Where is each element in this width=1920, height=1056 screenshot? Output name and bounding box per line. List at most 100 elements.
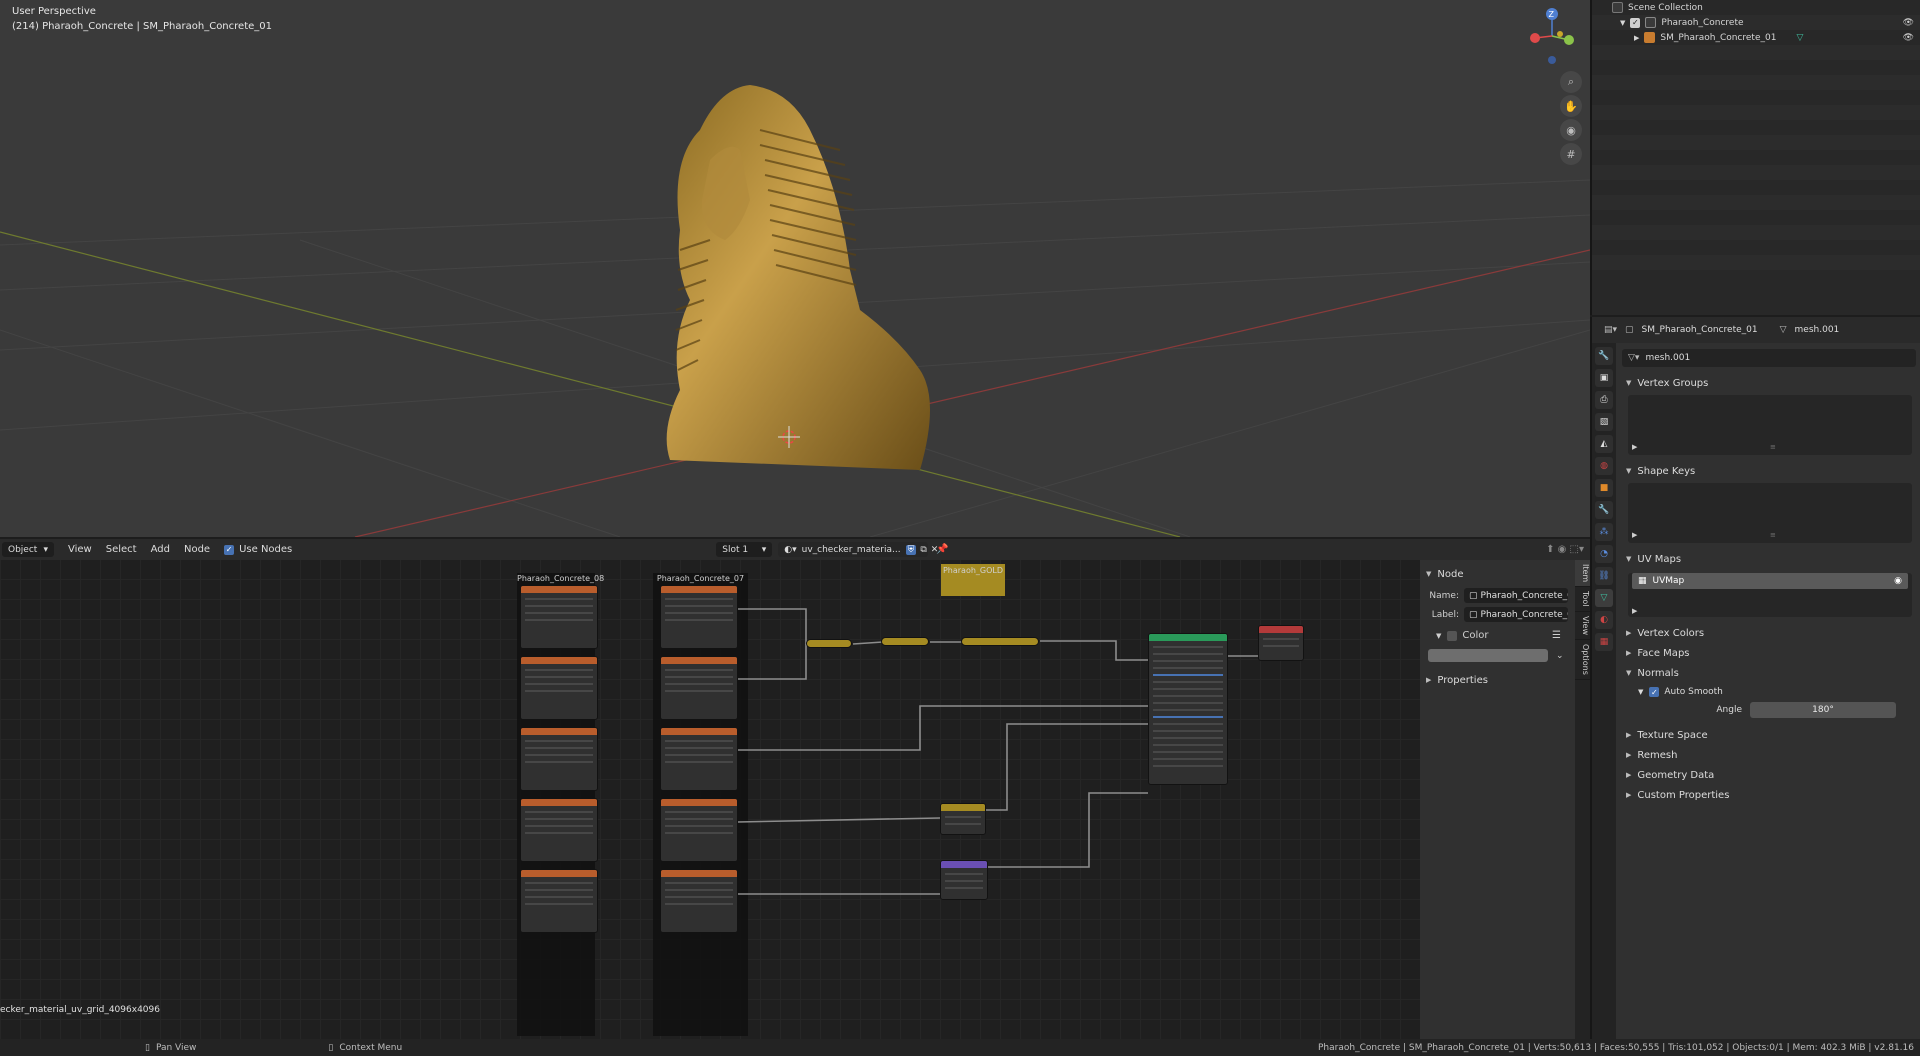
node-label-field[interactable]: ▢Pharaoh_Concrete_08 — [1464, 607, 1568, 622]
render-tab-icon[interactable]: ▣ — [1595, 369, 1613, 387]
panel-uv-maps[interactable]: ▼ UV Maps — [1620, 549, 1920, 569]
material-output-node[interactable] — [1258, 625, 1304, 661]
resize-handle-icon[interactable]: ≡ — [1770, 531, 1776, 539]
panel-geometry-data[interactable]: ▶ Geometry Data — [1620, 765, 1920, 785]
expand-arrow-icon[interactable]: ▶ — [1632, 607, 1637, 615]
expand-arrow-icon[interactable]: ▶ — [1632, 531, 1637, 539]
image-texture-node[interactable] — [660, 656, 738, 720]
material-tab-icon[interactable]: ◐ — [1595, 611, 1613, 629]
shape-keys-list[interactable]: ▶ ≡ — [1628, 483, 1912, 543]
rgb-curves-node[interactable] — [961, 637, 1039, 646]
object-tab-icon[interactable]: ■ — [1595, 479, 1613, 497]
node-color-swatch[interactable] — [1428, 649, 1548, 662]
properties-editor[interactable]: ▤▾ ▢ SM_Pharaoh_Concrete_01 ▽ mesh.001 🔧… — [1590, 317, 1920, 1039]
pharaoh-bust-model[interactable] — [640, 70, 940, 480]
mesh-datablock-field[interactable]: ▽▾ mesh.001 — [1622, 349, 1916, 367]
physics-tab-icon[interactable]: ◔ — [1595, 545, 1613, 563]
use-color-checkbox[interactable] — [1447, 630, 1458, 641]
bright-contrast-node[interactable] — [940, 803, 986, 835]
expand-arrow-icon[interactable]: ▶ — [1632, 443, 1637, 451]
node-canvas[interactable]: Pharaoh_Concrete_08 Pharaoh_Concrete_07 … — [0, 560, 1420, 1039]
checkbox-icon[interactable]: ✓ — [1630, 17, 1641, 28]
modifier-tab-icon[interactable]: 🔧 — [1595, 501, 1613, 519]
zoom-icon[interactable]: ⌕ — [1560, 71, 1582, 93]
image-texture-node[interactable] — [660, 585, 738, 649]
constraints-tab-icon[interactable]: ⛓ — [1595, 567, 1613, 585]
fake-user-shield-icon[interactable]: ⛨ — [905, 544, 917, 555]
camera-icon[interactable]: ◉ — [1894, 576, 1902, 586]
hand-pan-icon[interactable]: ✋ — [1560, 95, 1582, 117]
panel-shape-keys[interactable]: ▼ Shape Keys — [1620, 461, 1920, 481]
image-texture-node[interactable] — [520, 727, 598, 791]
panel-normals[interactable]: ▼ Normals — [1620, 663, 1920, 683]
uv-map-item[interactable]: ▦ UVMap ◉ — [1632, 573, 1908, 589]
tab-item[interactable]: Item — [1575, 560, 1590, 588]
image-texture-node[interactable] — [520, 585, 598, 649]
list-icon[interactable]: ☰ — [1552, 630, 1561, 641]
mix-node[interactable] — [806, 639, 852, 648]
panel-remesh[interactable]: ▶ Remesh — [1620, 745, 1920, 765]
angle-field[interactable]: 180° — [1750, 702, 1896, 718]
use-nodes-checkbox[interactable]: ✓ — [224, 544, 235, 555]
camera-icon[interactable]: ◉ — [1560, 119, 1582, 141]
texture-tab-icon[interactable]: ▦ — [1595, 633, 1613, 651]
shader-node-editor[interactable]: Object ▾ View Select Add Node ✓ Use Node… — [0, 539, 1590, 1039]
menu-node[interactable]: Node — [184, 544, 210, 555]
image-texture-node[interactable] — [660, 869, 738, 933]
tab-view[interactable]: View — [1575, 612, 1590, 640]
image-texture-node[interactable] — [520, 798, 598, 862]
pin-icon[interactable]: 📌 — [936, 544, 948, 555]
particles-tab-icon[interactable]: ⁂ — [1595, 523, 1613, 541]
3d-viewport[interactable]: User Perspective (214) Pharaoh_Concrete … — [0, 0, 1590, 537]
auto-smooth-checkbox[interactable]: ✓ — [1649, 687, 1660, 697]
node-name-field[interactable]: ▢Pharaoh_Concrete_0... — [1464, 588, 1568, 603]
node-sidebar[interactable]: ▼ Node Name: ▢Pharaoh_Concrete_0... Labe… — [1420, 560, 1575, 1039]
panel-vertex-groups[interactable]: ▼ Vertex Groups — [1620, 373, 1920, 393]
eye-icon[interactable]: 👁 — [1903, 33, 1914, 43]
outliner-row-object[interactable]: ▶ SM_Pharaoh_Concrete_01 ▽ 👁 — [1592, 30, 1920, 45]
uv-maps-list[interactable]: ▦ UVMap ◉ ▶ — [1628, 573, 1912, 617]
auto-smooth-row[interactable]: ▼ ✓ Auto Smooth — [1620, 683, 1920, 701]
panel-texture-space[interactable]: ▶ Texture Space — [1620, 725, 1920, 745]
color-subpanel-header[interactable]: ▼ Color ☰ — [1420, 630, 1575, 641]
scene-tab-icon[interactable]: ◭ — [1595, 435, 1613, 453]
resize-handle-icon[interactable]: ≡ — [1770, 443, 1776, 451]
outliner-row-scene-collection[interactable]: Scene Collection — [1592, 0, 1920, 15]
world-tab-icon[interactable]: ◍ — [1595, 457, 1613, 475]
view-layer-tab-icon[interactable]: ▧ — [1595, 413, 1613, 431]
mesh-data-tab-icon[interactable]: ▽ — [1595, 589, 1613, 607]
output-tab-icon[interactable]: ⎙ — [1595, 391, 1613, 409]
duplicate-icon[interactable]: ⧉ — [920, 545, 926, 555]
menu-select[interactable]: Select — [106, 544, 137, 555]
editor-type-icon[interactable]: ▤▾ — [1604, 325, 1617, 335]
hue-saturation-node[interactable] — [881, 637, 929, 646]
tab-options[interactable]: Options — [1575, 640, 1590, 680]
image-texture-node[interactable] — [520, 869, 598, 933]
vertex-groups-list[interactable]: ▶ ≡ — [1628, 395, 1912, 455]
normal-map-node[interactable] — [940, 860, 988, 900]
panel-custom-properties[interactable]: ▶ Custom Properties — [1620, 785, 1920, 805]
image-texture-node[interactable] — [520, 656, 598, 720]
node-section-header[interactable]: ▼ Node — [1420, 564, 1575, 584]
chevron-down-icon[interactable]: ⌄ — [1556, 651, 1564, 661]
tool-tab-icon[interactable]: 🔧 — [1595, 347, 1613, 365]
image-texture-node[interactable] — [660, 727, 738, 791]
slot-dropdown[interactable]: Slot 1 ▾ — [716, 542, 773, 557]
menu-add[interactable]: Add — [151, 544, 170, 555]
eye-icon[interactable]: 👁 — [1903, 18, 1914, 28]
menu-view[interactable]: View — [68, 544, 92, 555]
outliner-row-collection[interactable]: ▼ ✓ Pharaoh_Concrete 👁 — [1592, 15, 1920, 30]
properties-section-header[interactable]: ▶ Properties — [1420, 670, 1575, 690]
grid-icon[interactable]: # — [1560, 143, 1582, 165]
tab-tool[interactable]: Tool — [1575, 587, 1590, 612]
parent-node-tree-icon[interactable]: ⬆ ◉ ⬚▾ — [1546, 544, 1584, 555]
panel-face-maps[interactable]: ▶ Face Maps — [1620, 643, 1920, 663]
navigation-gizmo[interactable]: Z — [1525, 6, 1575, 68]
image-texture-node[interactable] — [660, 798, 738, 862]
expand-arrow-icon[interactable]: ▶ — [1634, 34, 1639, 42]
expand-arrow-icon[interactable]: ▼ — [1620, 19, 1625, 27]
panel-vertex-colors[interactable]: ▶ Vertex Colors — [1620, 623, 1920, 643]
outliner-panel[interactable]: Scene Collection ▼ ✓ Pharaoh_Concrete 👁 … — [1590, 0, 1920, 315]
principled-bsdf-node[interactable] — [1148, 633, 1228, 785]
material-selector[interactable]: ◐▾ uv_checker_materia... ⛨ ⧉ ✕ — [778, 542, 938, 557]
